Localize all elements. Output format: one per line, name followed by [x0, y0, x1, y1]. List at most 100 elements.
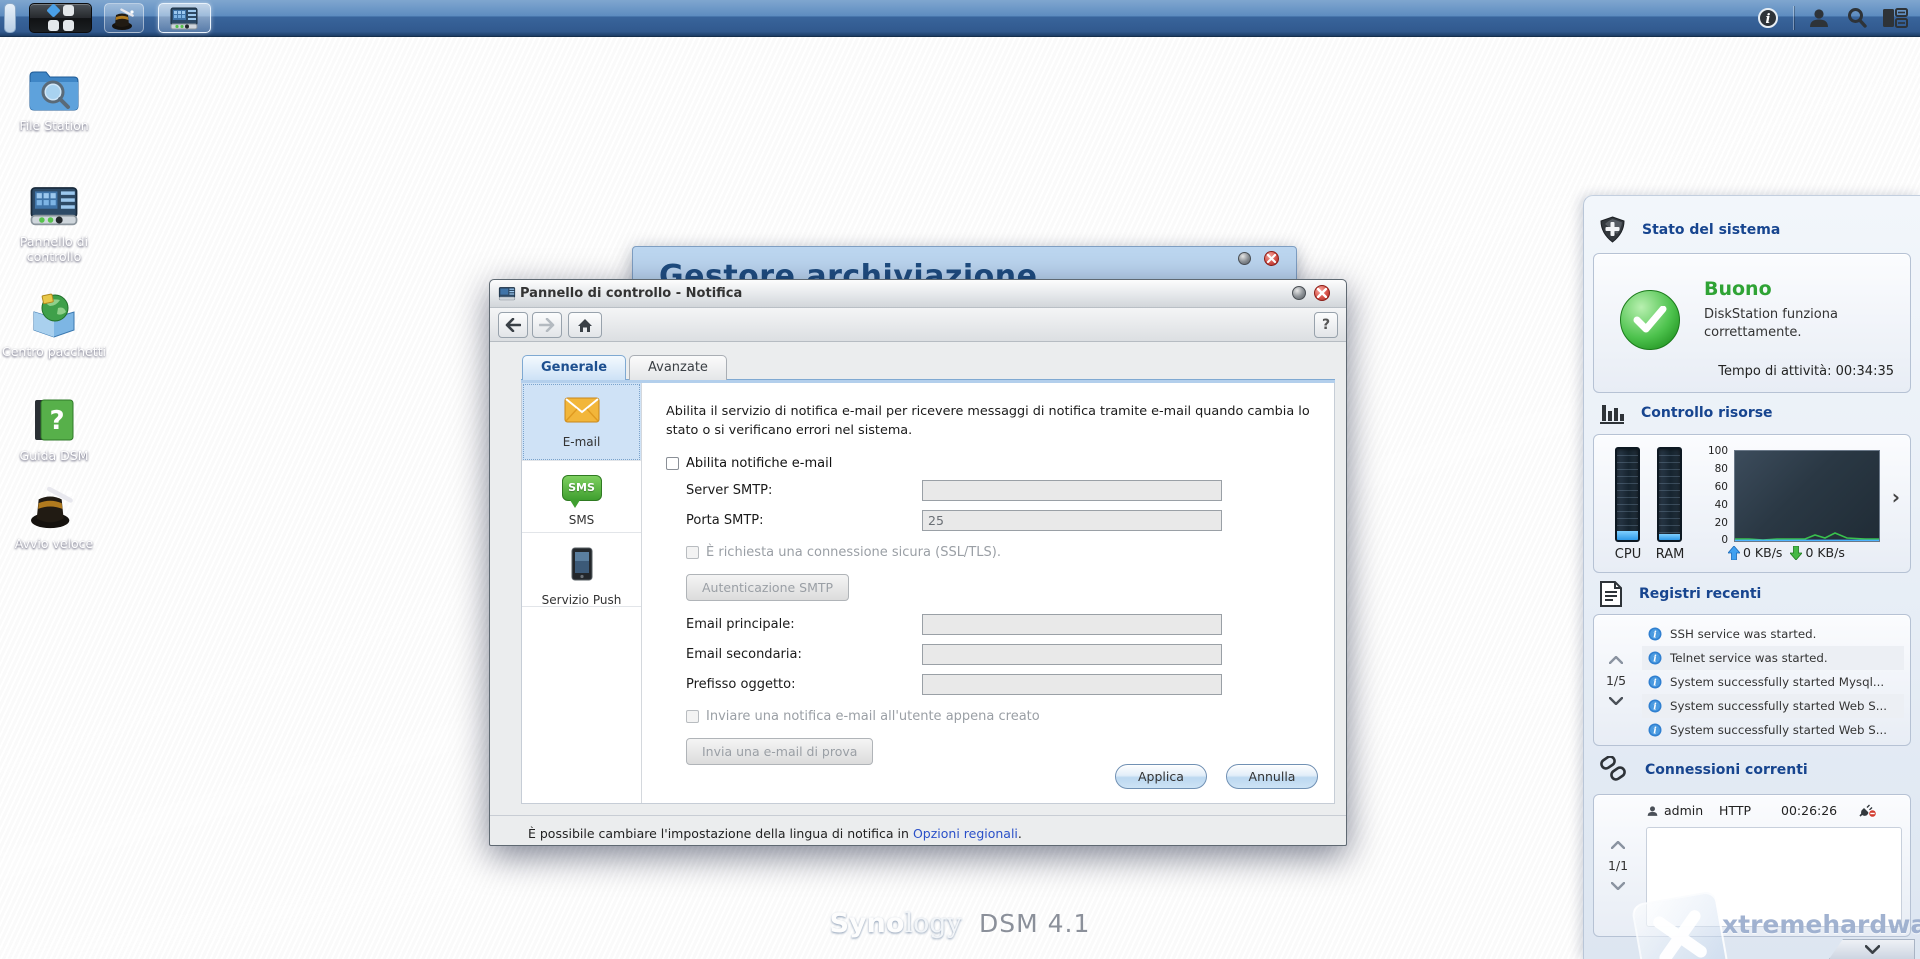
close-icon[interactable]	[1314, 285, 1330, 301]
new-user-notify-label: Inviare una notifica e-mail all'utente a…	[706, 709, 1040, 725]
cpu-gauge	[1615, 447, 1640, 542]
help-book-icon: ?	[2, 392, 106, 442]
folder-search-icon	[2, 62, 106, 112]
apply-button[interactable]: Applica	[1114, 764, 1207, 789]
main-menu-icon	[45, 3, 74, 31]
smartphone-icon	[571, 547, 592, 581]
back-button[interactable]	[498, 312, 528, 338]
y-tick: 100	[1707, 445, 1728, 457]
system-status-header: Stato del sistema	[1599, 216, 1780, 243]
log-item: i SSH service was started.	[1642, 622, 1904, 646]
info-button[interactable]: i	[1751, 3, 1785, 33]
desktop-icon-dsm-help[interactable]: ? Guida DSM	[2, 392, 106, 463]
info-circle-icon: i	[1648, 675, 1662, 689]
primary-email-input	[922, 614, 1222, 636]
control-panel-icon	[2, 178, 106, 228]
tab-bar: Generale Avanzate	[522, 355, 730, 380]
tab-generale[interactable]: Generale	[522, 355, 627, 380]
desktop-icon-file-station[interactable]: File Station	[2, 62, 106, 133]
close-icon[interactable]	[1264, 251, 1279, 266]
tab-avanzate[interactable]: Avanzate	[629, 355, 727, 380]
show-desktop-button[interactable]	[4, 3, 16, 33]
pager-text: 1/5	[1605, 672, 1627, 688]
tab-content-panel: E-mail SMS SMS Servizio Push Abilita il …	[521, 383, 1335, 804]
form-row: Email principale:	[666, 614, 1314, 636]
help-button[interactable]: ?	[1314, 312, 1338, 338]
dialog-actions: Applica Annulla	[1101, 764, 1318, 789]
send-test-email-button: Invia una e-mail di prova	[686, 738, 874, 766]
network-chart	[1734, 450, 1880, 542]
svg-text:i: i	[1653, 631, 1657, 641]
dialog-toolbar: ?	[490, 308, 1346, 342]
connection-time: 00:26:26	[1781, 803, 1838, 818]
widget-pane-collapse-button[interactable]	[1829, 939, 1915, 959]
pager-up-icon[interactable]	[1611, 841, 1625, 849]
magic-hat-icon	[2, 480, 106, 530]
form-description: Abilita il servizio di notifica e-mail p…	[666, 404, 1310, 438]
enable-email-checkbox[interactable]	[666, 457, 679, 471]
connection-user: admin	[1664, 803, 1704, 818]
footer-period: .	[1017, 826, 1022, 841]
subject-prefix-input	[922, 674, 1222, 696]
forward-button	[532, 312, 562, 338]
pager-up-icon[interactable]	[1609, 655, 1623, 664]
upload-rate: 0 KB/s	[1743, 545, 1783, 560]
pilot-view-button[interactable]	[1878, 3, 1912, 33]
quick-launch-task-button[interactable]	[104, 3, 144, 33]
home-button[interactable]	[568, 312, 602, 338]
search-button[interactable]	[1840, 3, 1874, 33]
minimize-button[interactable]	[1292, 286, 1306, 300]
info-circle-icon: i	[1648, 699, 1662, 713]
log-pager: 1/5	[1594, 615, 1638, 745]
brand-bold: Syno	[829, 908, 905, 939]
notification-dialog: Pannello di controllo - Notifica ? Gener…	[489, 279, 1347, 846]
sidebar-item-push-service[interactable]: Servizio Push	[522, 533, 641, 607]
sidebar-item-email[interactable]: E-mail	[522, 383, 641, 461]
control-panel-icon	[170, 7, 198, 30]
connection-protocol: HTTP	[1719, 803, 1751, 818]
desktop-icon-control-panel[interactable]: Pannello di controllo	[2, 178, 106, 264]
forward-arrow-icon	[539, 318, 555, 332]
smtp-port-input	[922, 510, 1222, 532]
sidebar-item-label: Servizio Push	[541, 593, 622, 607]
cancel-button[interactable]: Annulla	[1226, 764, 1318, 789]
taskbar-right-group: i	[1749, 0, 1914, 36]
desktop-icon-package-center[interactable]: Centro pacchetti	[2, 288, 106, 359]
form-row: Prefisso oggetto:	[666, 674, 1314, 696]
y-tick: 20	[1714, 517, 1728, 529]
log-item: i Telnet service was started.	[1642, 646, 1904, 670]
minimize-button[interactable]	[1238, 252, 1251, 265]
y-tick: 40	[1714, 499, 1728, 511]
regional-options-link[interactable]: Opzioni regionali	[913, 826, 1018, 841]
download-rate: 0 KB/s	[1805, 545, 1845, 560]
widget-pane: Stato del sistema Buono DiskStation funz…	[1583, 195, 1920, 959]
footer-text: È possibile cambiare l'impostazione dell…	[528, 826, 909, 841]
user-button[interactable]	[1802, 3, 1836, 33]
sms-bubble-icon: SMS	[561, 475, 602, 508]
magic-hat-icon	[112, 8, 134, 30]
chain-link-icon	[1600, 756, 1626, 781]
widget-title: Registri recenti	[1639, 586, 1762, 602]
field-label: Porta SMTP:	[686, 513, 764, 529]
resource-monitor-panel: CPU RAM 100 80 60 40 20 0 › 0 KB/s 0 KB/…	[1593, 434, 1911, 573]
chevron-right-icon[interactable]: ›	[1892, 485, 1900, 509]
field-label: Prefisso oggetto:	[686, 677, 796, 693]
desktop-icon-quick-start[interactable]: Avvio veloce	[2, 480, 106, 551]
main-menu-button[interactable]	[29, 3, 92, 33]
y-tick: 60	[1714, 481, 1728, 493]
new-user-notify-checkbox	[686, 710, 699, 724]
enable-email-row: Abilita notifiche e-mail	[666, 456, 1314, 471]
ssl-row: È richiesta una connessione sicura (SSL/…	[666, 545, 1314, 560]
svg-text:i: i	[1653, 655, 1657, 665]
disconnect-icon[interactable]	[1859, 804, 1877, 818]
pager-down-icon[interactable]	[1611, 882, 1625, 890]
pager-down-icon[interactable]	[1609, 696, 1623, 705]
secondary-email-input	[922, 644, 1222, 666]
dialog-titlebar[interactable]: Pannello di controllo - Notifica	[490, 280, 1346, 308]
brand-version: DSM 4.1	[978, 909, 1091, 938]
pager-text: 1/1	[1607, 858, 1629, 873]
control-panel-task-button[interactable]	[158, 3, 211, 33]
sidebar-item-sms[interactable]: SMS SMS	[522, 461, 641, 533]
field-label: Server SMTP:	[686, 483, 773, 499]
svg-text:i: i	[1653, 679, 1657, 689]
